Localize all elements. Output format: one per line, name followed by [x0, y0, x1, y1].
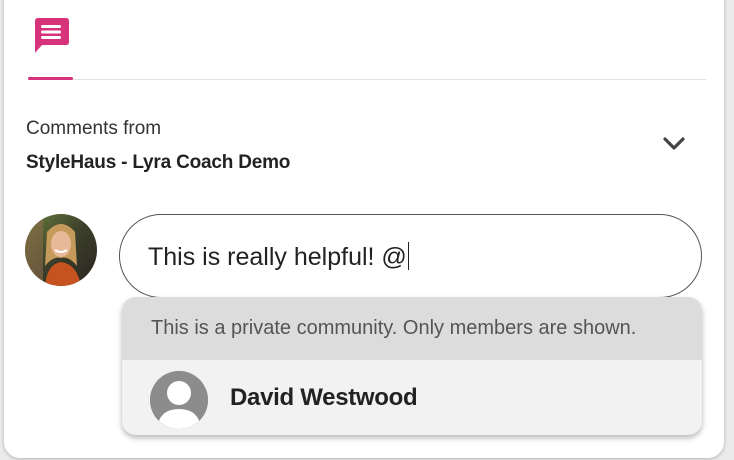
member-name: David Westwood — [230, 384, 418, 411]
chevron-down-icon[interactable] — [660, 132, 688, 156]
text-caret — [407, 242, 410, 270]
comments-from-label: Comments from — [26, 118, 162, 139]
comment-icon — [35, 18, 69, 53]
mention-option[interactable]: David Westwood — [122, 360, 702, 435]
user-avatar — [25, 214, 97, 286]
mention-suggestions: This is a private community. Only member… — [122, 297, 702, 435]
active-tab-indicator — [28, 77, 73, 80]
comment-input-text: This is really helpful! @ — [148, 243, 407, 271]
tab-comments[interactable] — [28, 0, 73, 80]
private-community-notice: This is a private community. Only member… — [122, 297, 702, 360]
comment-input[interactable]: This is really helpful! @ — [119, 214, 702, 298]
default-avatar-icon — [150, 371, 208, 429]
tab-bar — [28, 0, 706, 80]
community-name: StyleHaus - Lyra Coach Demo — [26, 152, 291, 173]
